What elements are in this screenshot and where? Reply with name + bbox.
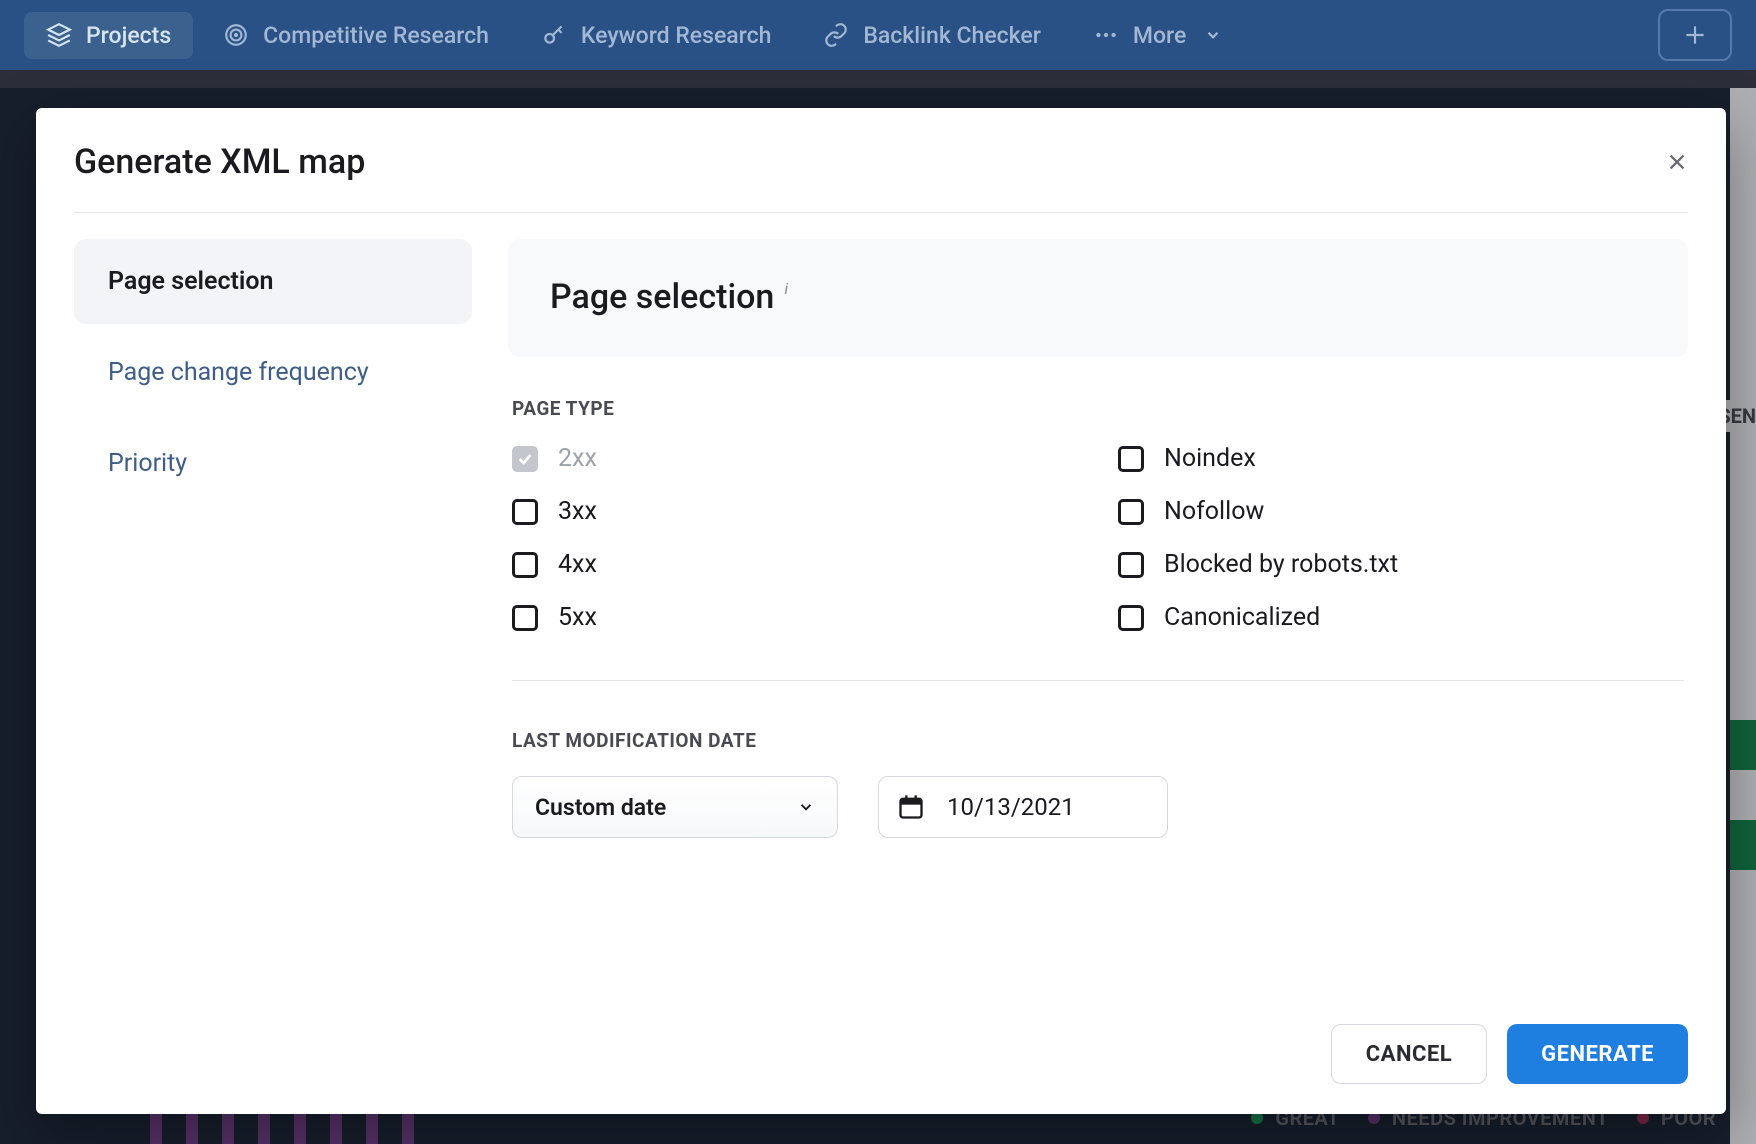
check-canonicalized[interactable]: Canonicalized bbox=[1118, 603, 1684, 632]
cancel-button[interactable]: CANCEL bbox=[1331, 1024, 1487, 1084]
checkbox-icon bbox=[1118, 552, 1144, 578]
check-2xx: 2xx bbox=[512, 444, 1078, 473]
check-label: Nofollow bbox=[1164, 497, 1264, 526]
page-type-checks: 2xx Noindex 3xx Nofollow 4xx bbox=[508, 444, 1688, 632]
nav-label: Backlink Checker bbox=[863, 22, 1041, 49]
plus-icon bbox=[1682, 22, 1708, 48]
modal-footer: CANCEL GENERATE bbox=[74, 1000, 1688, 1084]
checkbox-icon bbox=[1118, 446, 1144, 472]
tab-page-selection[interactable]: Page selection bbox=[74, 239, 472, 324]
check-label: Noindex bbox=[1164, 444, 1256, 473]
lastmod-label: LAST MODIFICATION DATE bbox=[512, 729, 1684, 752]
check-4xx[interactable]: 4xx bbox=[512, 550, 1078, 579]
key-icon bbox=[541, 22, 567, 48]
modal-panel: Page selection i PAGE TYPE 2xx Noindex bbox=[508, 239, 1688, 1000]
link-icon bbox=[823, 22, 849, 48]
checkbox-icon bbox=[512, 552, 538, 578]
nav-label: Keyword Research bbox=[581, 22, 771, 49]
checkbox-icon bbox=[1118, 499, 1144, 525]
nav-competitive-research[interactable]: Competitive Research bbox=[201, 12, 511, 59]
layers-icon bbox=[46, 22, 72, 48]
calendar-icon bbox=[897, 793, 925, 821]
check-label: 4xx bbox=[558, 550, 597, 579]
panel-header: Page selection i bbox=[508, 239, 1688, 357]
check-3xx[interactable]: 3xx bbox=[512, 497, 1078, 526]
modal-body: Page selection Page change frequency Pri… bbox=[74, 213, 1688, 1000]
nav-projects[interactable]: Projects bbox=[24, 12, 193, 59]
date-input[interactable]: 10/13/2021 bbox=[878, 776, 1168, 838]
check-label: 5xx bbox=[558, 603, 597, 632]
checkbox-icon bbox=[512, 446, 538, 472]
add-button[interactable] bbox=[1658, 9, 1732, 61]
nav-label: Projects bbox=[86, 22, 171, 49]
check-label: Blocked by robots.txt bbox=[1164, 550, 1398, 579]
checkbox-icon bbox=[512, 499, 538, 525]
dots-icon bbox=[1093, 22, 1119, 48]
check-5xx[interactable]: 5xx bbox=[512, 603, 1078, 632]
nav-backlink-checker[interactable]: Backlink Checker bbox=[801, 12, 1063, 59]
top-nav: Projects Competitive Research Keyword Re… bbox=[0, 0, 1756, 70]
date-value: 10/13/2021 bbox=[947, 793, 1075, 821]
tab-priority[interactable]: Priority bbox=[74, 421, 472, 506]
modal-title: Generate XML map bbox=[74, 142, 365, 182]
check-label: Canonicalized bbox=[1164, 603, 1320, 632]
check-label: 2xx bbox=[558, 444, 597, 473]
check-noindex[interactable]: Noindex bbox=[1118, 444, 1684, 473]
nav-keyword-research[interactable]: Keyword Research bbox=[519, 12, 793, 59]
chevron-down-icon bbox=[1204, 26, 1222, 44]
generate-xml-modal: Generate XML map Page selection Page cha… bbox=[36, 108, 1726, 1114]
nav-label: More bbox=[1133, 22, 1186, 49]
close-icon[interactable] bbox=[1666, 151, 1688, 173]
tab-page-change-frequency[interactable]: Page change frequency bbox=[74, 330, 472, 415]
chevron-down-icon bbox=[797, 798, 815, 816]
check-label: 3xx bbox=[558, 497, 597, 526]
checkbox-icon bbox=[1118, 605, 1144, 631]
modal-tabs: Page selection Page change frequency Pri… bbox=[74, 239, 472, 1000]
nav-label: Competitive Research bbox=[263, 22, 489, 49]
check-blocked-robots[interactable]: Blocked by robots.txt bbox=[1118, 550, 1684, 579]
generate-button[interactable]: GENERATE bbox=[1507, 1024, 1688, 1084]
info-icon[interactable]: i bbox=[784, 279, 788, 298]
date-row: Custom date 10/13/2021 bbox=[508, 776, 1688, 838]
nav-more[interactable]: More bbox=[1071, 12, 1244, 59]
modal-header: Generate XML map bbox=[74, 142, 1688, 213]
checkbox-icon bbox=[512, 605, 538, 631]
date-mode-select[interactable]: Custom date bbox=[512, 776, 838, 838]
target-icon bbox=[223, 22, 249, 48]
divider bbox=[512, 680, 1684, 681]
check-nofollow[interactable]: Nofollow bbox=[1118, 497, 1684, 526]
panel-title: Page selection i bbox=[550, 277, 1646, 317]
select-value: Custom date bbox=[535, 794, 666, 821]
page-type-label: PAGE TYPE bbox=[512, 397, 1684, 420]
panel-title-text: Page selection bbox=[550, 277, 774, 317]
sub-strip bbox=[0, 70, 1756, 88]
